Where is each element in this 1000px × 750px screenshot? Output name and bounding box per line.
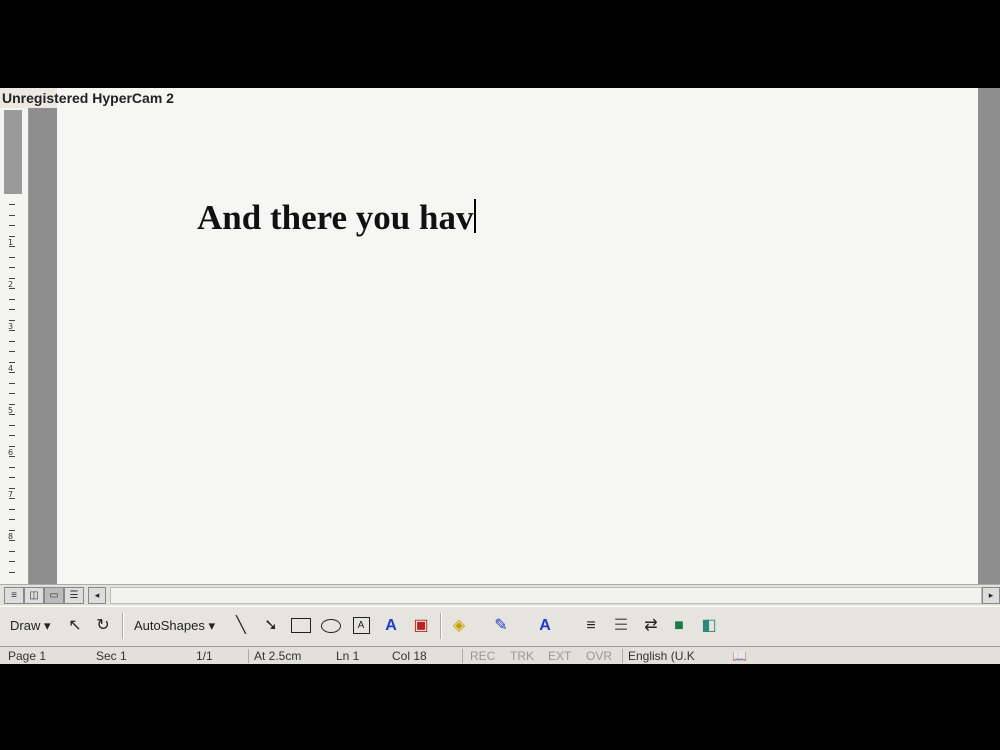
vertical-ruler[interactable]: 1 2 3 4 5 6 7 8 — [0, 108, 29, 584]
status-section: Sec 1 — [96, 649, 127, 663]
hypercam-watermark: Unregistered HyperCam 2 — [2, 90, 174, 106]
scroll-left-button[interactable]: ◂ — [88, 587, 106, 604]
dash-style-icon[interactable]: ☰ — [610, 615, 632, 637]
ruler-tick — [9, 424, 15, 426]
normal-view-button[interactable]: ≡ — [4, 587, 24, 604]
screen-area: Unregistered HyperCam 2 1 2 3 4 5 6 7 8 … — [0, 88, 1000, 664]
status-divider — [622, 649, 623, 663]
document-text: And there you hav — [197, 198, 474, 237]
ruler-tick — [9, 508, 15, 510]
ruler-tick — [9, 540, 15, 541]
line-icon[interactable]: ╲ — [230, 615, 252, 637]
ruler-tick — [9, 298, 15, 300]
status-at: At 2.5cm — [254, 649, 302, 663]
ruler-tick — [9, 330, 15, 331]
clip-art-icon[interactable]: ▣ — [410, 615, 432, 637]
select-pointer-icon[interactable]: ↖ — [64, 615, 86, 637]
ruler-tick — [9, 561, 15, 562]
status-page: Page 1 — [8, 649, 47, 663]
line-style-icon[interactable]: ≡ — [580, 615, 602, 637]
ruler-tick — [9, 414, 15, 415]
horizontal-scroll-track[interactable] — [110, 587, 982, 604]
draw-menu-button[interactable]: Draw ▾ — [10, 615, 50, 637]
ruler-tick — [9, 382, 15, 384]
ruler-tick — [9, 550, 15, 552]
text-box-icon[interactable]: A — [350, 615, 372, 637]
3d-icon[interactable]: ◧ — [698, 615, 720, 637]
status-trk[interactable]: TRK — [510, 649, 534, 663]
arrow-icon[interactable]: ➘ — [260, 615, 282, 637]
wordart-icon[interactable]: A — [380, 615, 402, 637]
document-page[interactable]: And there you hav — [57, 88, 978, 584]
ruler-tick — [9, 235, 15, 237]
ruler-tick — [9, 309, 15, 310]
status-line: Ln 1 — [336, 649, 360, 663]
ruler-tick — [9, 351, 15, 352]
ruler-margin-marker — [4, 110, 22, 194]
ruler-tick — [9, 477, 15, 478]
ruler-tick — [9, 498, 15, 499]
toolbar-separator — [440, 613, 442, 639]
rectangle-icon[interactable] — [290, 615, 312, 637]
text-cursor — [474, 199, 477, 233]
web-layout-view-button[interactable]: ◫ — [24, 587, 44, 604]
ruler-tick — [9, 277, 15, 279]
ruler-tick — [9, 571, 15, 573]
fill-color-icon[interactable]: ◈ — [448, 615, 470, 637]
right-margin-band — [978, 88, 1000, 584]
ruler-tick — [9, 466, 15, 468]
document-text-line[interactable]: And there you hav — [197, 198, 477, 238]
status-page-count: 1/1 — [196, 649, 213, 663]
ruler-tick — [9, 267, 15, 268]
autoshapes-menu-button[interactable]: AutoShapes ▾ — [134, 615, 215, 637]
ruler-tick — [9, 225, 15, 226]
ruler-tick — [9, 372, 15, 373]
status-ovr[interactable]: OVR — [586, 649, 612, 663]
status-rec[interactable]: REC — [470, 649, 495, 663]
status-column: Col 18 — [392, 649, 427, 663]
oval-icon[interactable] — [320, 615, 342, 637]
ruler-tick — [9, 361, 15, 363]
ruler-tick — [9, 393, 15, 394]
line-color-icon[interactable]: ✎ — [490, 615, 512, 637]
status-ext[interactable]: EXT — [548, 649, 571, 663]
left-margin-band — [29, 108, 57, 584]
ruler-tick — [9, 456, 15, 457]
status-divider — [248, 649, 249, 663]
ruler-tick — [9, 519, 15, 520]
ruler-tick — [9, 214, 15, 216]
outline-view-button[interactable]: ☰ — [64, 587, 84, 604]
toolbar-separator — [122, 613, 124, 639]
scroll-right-button[interactable]: ▸ — [982, 587, 1000, 604]
ruler-tick — [9, 340, 15, 342]
ruler-tick — [9, 256, 15, 258]
ruler-tick — [9, 319, 15, 321]
status-divider — [462, 649, 463, 663]
drawing-toolbar: Draw ▾ ↖ ↻ AutoShapes ▾ ╲ ➘ A A ▣ ◈ ✎ A … — [0, 606, 1000, 645]
font-color-icon[interactable]: A — [534, 615, 556, 637]
ruler-tick — [9, 403, 15, 405]
status-language[interactable]: English (U.K — [628, 649, 695, 663]
ruler-tick — [9, 445, 15, 447]
ruler-tick — [9, 435, 15, 436]
shadow-icon[interactable]: ■ — [668, 615, 690, 637]
ruler-tick — [9, 487, 15, 489]
horizontal-scrollbar-row: ≡ ◫ ▭ ☰ ◂ ▸ — [0, 584, 1000, 605]
ruler-tick — [9, 246, 15, 247]
ruler-tick — [9, 288, 15, 289]
ruler-tick — [9, 204, 15, 205]
print-layout-view-button[interactable]: ▭ — [44, 587, 64, 604]
ruler-tick — [9, 529, 15, 531]
arrow-style-icon[interactable]: ⇄ — [640, 615, 662, 637]
free-rotate-icon[interactable]: ↻ — [92, 615, 114, 637]
status-bar: Page 1 Sec 1 1/1 At 2.5cm Ln 1 Col 18 RE… — [0, 646, 1000, 664]
spelling-status-icon[interactable]: 📖 — [732, 649, 747, 663]
